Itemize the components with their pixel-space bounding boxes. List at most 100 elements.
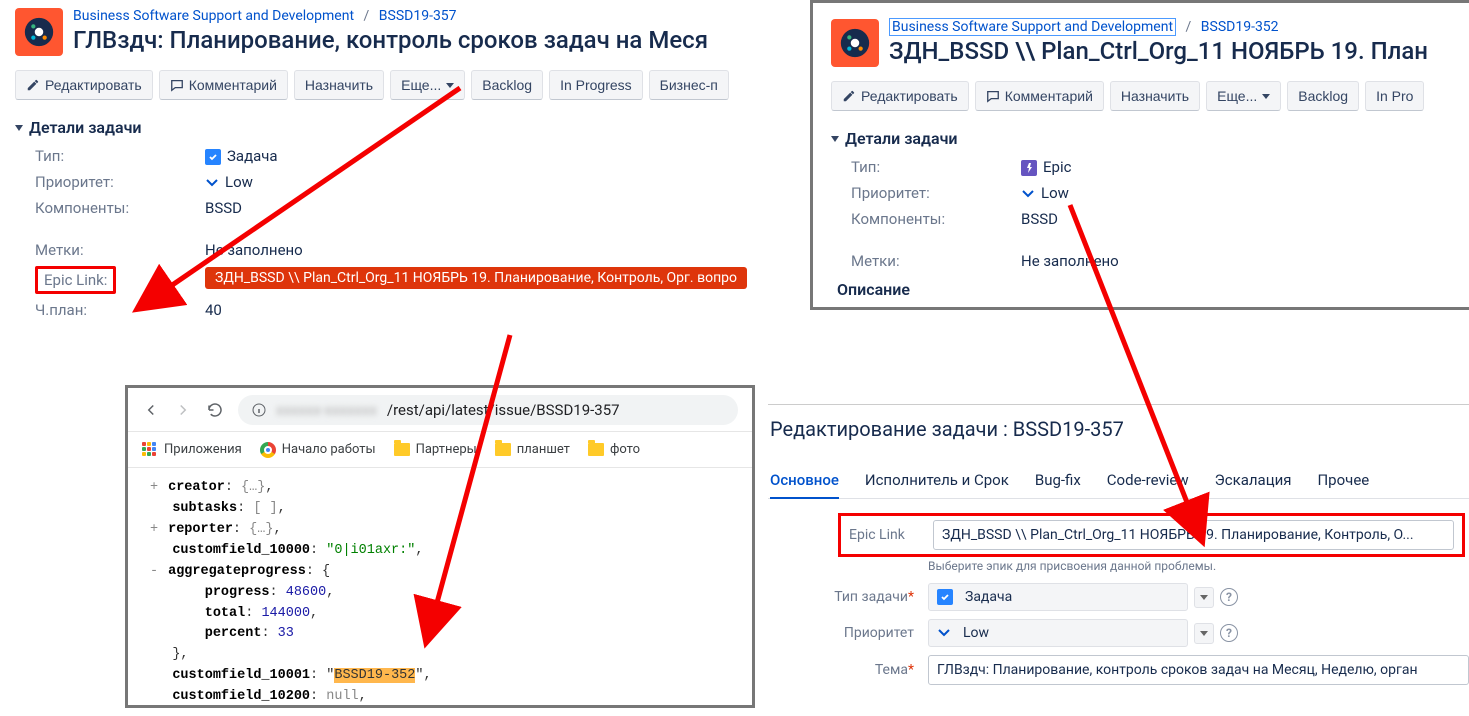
details-section-header[interactable]: Детали задачи (15, 118, 805, 137)
in-progress-button[interactable]: In Pro (1365, 81, 1424, 111)
json-viewer[interactable]: + creator: {…}, subtasks: [ ], + reporte… (128, 468, 752, 705)
edit-button[interactable]: Редактировать (15, 70, 153, 100)
backlog-button[interactable]: Backlog (1287, 81, 1359, 111)
epic-link-badge[interactable]: ЗДН_BSSD \\ Plan_Ctrl_Org_11 НОЯБРЬ 19. … (205, 267, 747, 289)
help-icon[interactable]: ? (1220, 624, 1238, 642)
description-section-title: Описание (837, 280, 910, 299)
back-icon[interactable] (142, 401, 160, 419)
details-section-header[interactable]: Детали задачи (831, 129, 1469, 148)
issue-357-panel: Business Software Support and Developmen… (15, 8, 805, 319)
apps-bookmark[interactable]: Приложения (142, 442, 242, 458)
breadcrumb-project-link[interactable]: Business Software Support and Developmen… (889, 18, 1176, 36)
tablet-bookmark-label: планшет (517, 442, 570, 457)
partners-bookmark[interactable]: Партнеры (394, 442, 477, 457)
url-host-blurred: xxxxxx-xxxxxxx (276, 401, 377, 419)
type-control: Задача ? (928, 583, 1469, 611)
plan-label: Ч.план: (35, 301, 205, 319)
assign-button[interactable]: Назначить (1110, 81, 1200, 111)
comment-button[interactable]: Комментарий (159, 70, 288, 100)
caret-down-icon (1262, 94, 1270, 99)
highlighted-value: BSSD19-352 (334, 668, 415, 683)
forward-icon[interactable] (174, 401, 192, 419)
type-select-caret[interactable] (1194, 587, 1214, 608)
description-section-header[interactable]: Описание (831, 280, 1469, 299)
components-label: Компоненты: (35, 199, 205, 217)
tab-escalation[interactable]: Эскалация (1215, 471, 1292, 498)
comment-button-label: Комментарий (189, 77, 277, 93)
backlog-button-label: Backlog (1298, 88, 1348, 104)
spacer (35, 225, 805, 233)
priority-label: Приоритет: (851, 184, 1021, 202)
subject-label: Тема* (768, 662, 928, 678)
in-progress-button-label: In Pro (1376, 88, 1413, 104)
breadcrumb-key-link[interactable]: BSSD19-352 (1201, 19, 1279, 35)
breadcrumb-key-link[interactable]: BSSD19-357 (379, 8, 457, 24)
epic-link-input[interactable]: ЗДН_BSSD \\ Plan_Ctrl_Org_11 НОЯБРЬ 19. … (933, 520, 1454, 550)
plan-value: 40 (205, 301, 805, 319)
priority-value: Low (205, 173, 805, 191)
partners-bookmark-label: Партнеры (416, 442, 477, 457)
type-label: Тип задачи* (768, 589, 928, 605)
epic-link-label: Epic Link: (35, 271, 205, 289)
priority-select-caret[interactable] (1194, 623, 1214, 644)
issue-title: ЗДН_BSSD \\ Plan_Ctrl_Org_11 НОЯБРЬ 19. … (889, 37, 1469, 66)
business-button[interactable]: Бизнес-п (649, 70, 729, 100)
subject-control: ГЛВздч: Планирование, контроль сроков за… (928, 655, 1469, 685)
priority-low-icon (205, 176, 219, 190)
folder-icon (495, 443, 511, 456)
epic-icon (1021, 160, 1037, 176)
tab-assignee[interactable]: Исполнитель и Срок (865, 471, 1009, 498)
tab-other[interactable]: Прочее (1317, 471, 1369, 498)
priority-select[interactable]: Low (928, 619, 1188, 647)
tags-value: Не заполнено (205, 241, 805, 259)
project-avatar (831, 19, 879, 67)
details-section-title: Детали задачи (29, 118, 142, 137)
breadcrumb-separator: / (358, 8, 376, 24)
components-value[interactable]: BSSD (205, 199, 805, 217)
tab-bugfix[interactable]: Bug-fix (1035, 471, 1081, 498)
epic-link-value[interactable]: ЗДН_BSSD \\ Plan_Ctrl_Org_11 НОЯБРЬ 19. … (205, 267, 805, 293)
disc-icon (838, 26, 872, 60)
pencil-icon (26, 78, 40, 92)
apps-bookmark-label: Приложения (164, 442, 242, 457)
collapse-icon (15, 125, 23, 131)
reload-icon[interactable] (206, 401, 224, 419)
more-button[interactable]: Еще... (1206, 81, 1281, 111)
apps-grid-icon (142, 442, 158, 458)
assign-button[interactable]: Назначить (294, 70, 384, 100)
details-grid: Тип: Epic Приоритет: Low Компоненты: BSS… (831, 158, 1469, 270)
tab-codereview[interactable]: Code-review (1107, 471, 1189, 498)
photo-bookmark[interactable]: фото (588, 442, 640, 457)
help-icon[interactable]: ? (1220, 588, 1238, 606)
edit-button[interactable]: Редактировать (831, 81, 969, 111)
start-bookmark-label: Начало работы (282, 442, 376, 457)
more-button-label: Еще... (401, 77, 441, 93)
breadcrumb-separator: / (1180, 19, 1198, 35)
issue-header: Business Software Support and Developmen… (831, 19, 1469, 67)
assign-button-label: Назначить (305, 77, 373, 93)
breadcrumb-project-link[interactable]: Business Software Support and Developmen… (73, 8, 354, 24)
tablet-bookmark[interactable]: планшет (495, 442, 570, 457)
start-bookmark[interactable]: Начало работы (260, 442, 376, 458)
type-select-value: Задача (965, 589, 1012, 605)
more-button[interactable]: Еще... (390, 70, 465, 100)
in-progress-button[interactable]: In Progress (549, 70, 643, 100)
tab-main[interactable]: Основное (770, 471, 839, 499)
components-value[interactable]: BSSD (1021, 210, 1469, 228)
type-row: Тип задачи* Задача ? (768, 579, 1469, 615)
issue-header: Business Software Support and Developmen… (15, 8, 805, 56)
browser-toolbar: xxxxxx-xxxxxxx /rest/api/latest/issue/BS… (128, 388, 752, 432)
backlog-button[interactable]: Backlog (471, 70, 543, 100)
breadcrumb: Business Software Support and Developmen… (73, 8, 805, 24)
comment-icon (170, 78, 184, 92)
url-path: /rest/api/latest/issue/BSSD19-357 (387, 401, 620, 419)
url-bar[interactable]: xxxxxx-xxxxxxx /rest/api/latest/issue/BS… (238, 395, 738, 425)
comment-button-label: Комментарий (1005, 88, 1093, 104)
backlog-button-label: Backlog (482, 77, 532, 93)
issue-toolbar: Редактировать Комментарий Назначить Еще.… (15, 70, 805, 100)
comment-button[interactable]: Комментарий (975, 81, 1104, 111)
subject-input[interactable]: ГЛВздч: Планирование, контроль сроков за… (928, 655, 1469, 685)
type-select[interactable]: Задача (928, 583, 1188, 611)
business-button-label: Бизнес-п (660, 77, 718, 93)
in-progress-button-label: In Progress (560, 77, 632, 93)
